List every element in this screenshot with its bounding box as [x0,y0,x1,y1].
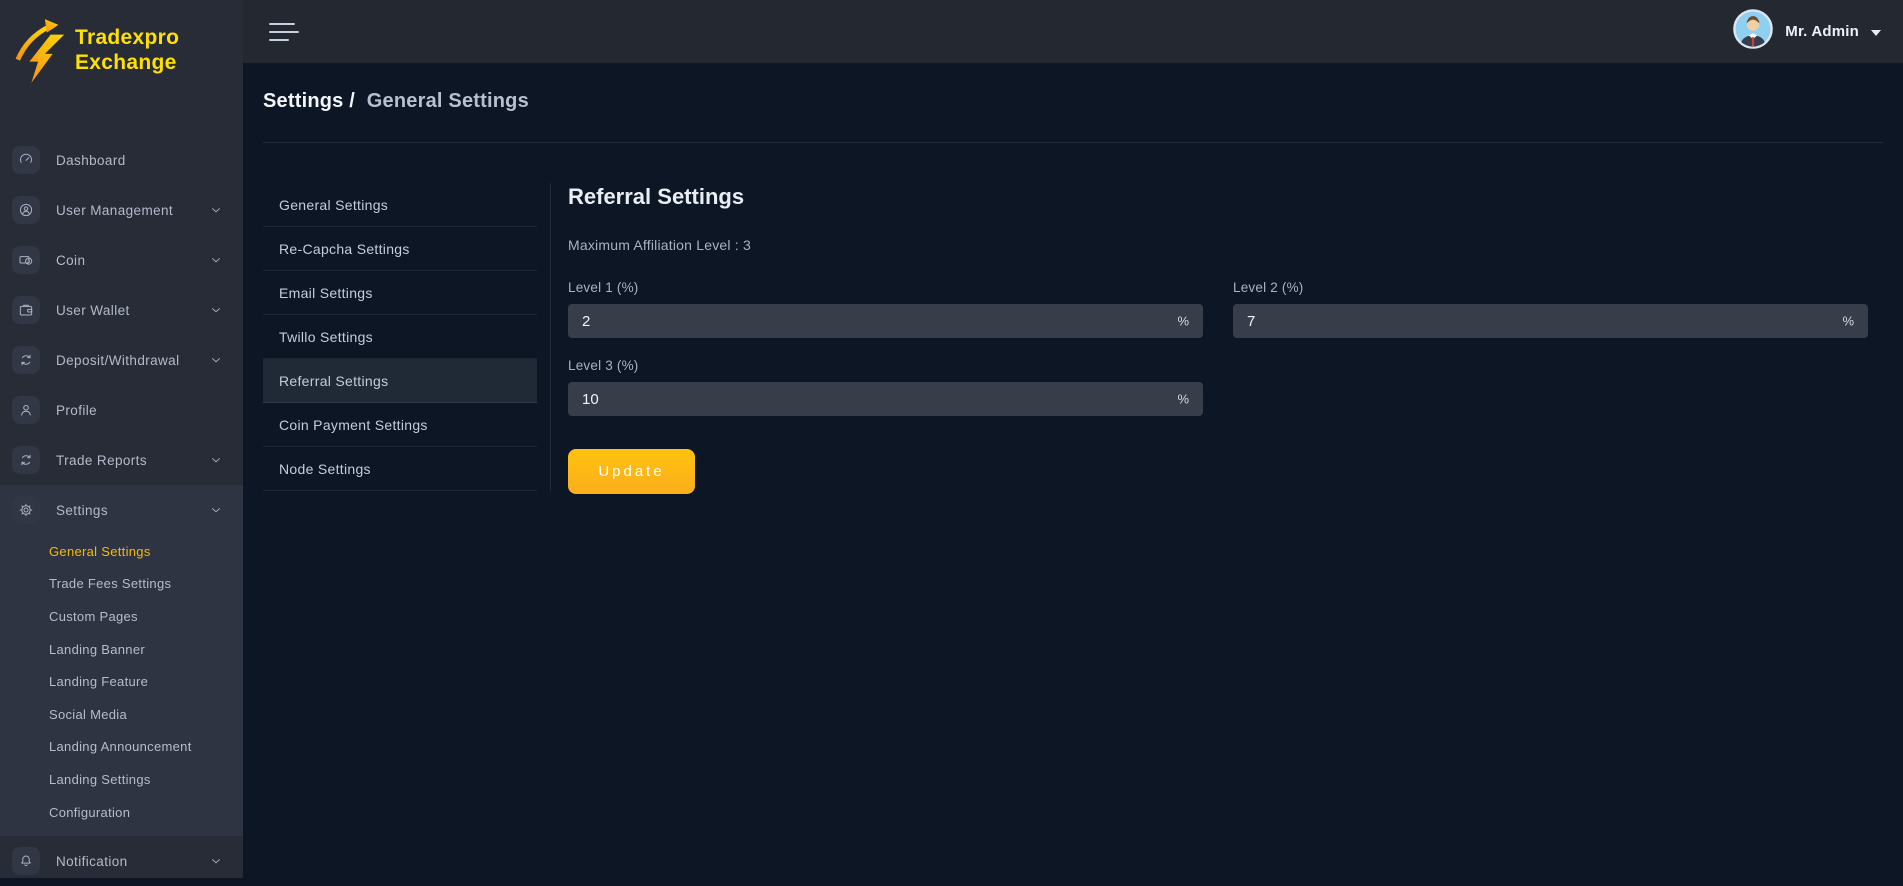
user-menu[interactable]: Mr. Admin [1733,9,1881,54]
sidebar-item-dashboard[interactable]: Dashboard [0,135,243,185]
brand-name: Tradexpro Exchange [75,25,179,75]
level-3-label: Level 3 (%) [568,358,1203,373]
level-3-field: Level 3 (%) % [568,358,1203,416]
sidebar-item-label: Trade Reports [56,453,147,468]
level-2-input[interactable] [1233,304,1868,338]
sidebar-item-label: Dashboard [56,153,126,168]
sidebar-item-label: User Wallet [56,303,130,318]
coin-icon: $ [12,246,40,274]
sidebar-settings-group: Settings General Settings Trade Fees Set… [0,485,243,836]
sidebar-subitem-social-media[interactable]: Social Media [0,698,243,731]
chevron-down-icon [209,303,223,317]
main-content: Settings / General Settings General Sett… [243,63,1903,878]
settings-nav-item-referral-settings[interactable]: Referral Settings [263,359,537,403]
update-button[interactable]: Update [568,449,695,494]
settings-nav-item-node-settings[interactable]: Node Settings [263,447,537,491]
percent-suffix: % [1177,314,1189,329]
sidebar: Tradexpro Exchange Dashboard User Manage… [0,0,243,878]
settings-nav-item-email-settings[interactable]: Email Settings [263,271,537,315]
sidebar-item-deposit-withdrawal[interactable]: Deposit/Withdrawal [0,335,243,385]
caret-down-icon [1871,23,1881,41]
settings-nav: General Settings Re-Capcha Settings Emai… [263,183,551,491]
swap-arrows-icon [12,446,40,474]
percent-suffix: % [1842,314,1854,329]
chevron-down-icon [209,503,223,517]
sidebar-item-profile[interactable]: Profile [0,385,243,435]
chevron-down-icon [209,854,223,868]
sidebar-subitem-trade-fees-settings[interactable]: Trade Fees Settings [0,568,243,601]
settings-nav-item-re-capcha-settings[interactable]: Re-Capcha Settings [263,227,537,271]
sidebar-item-settings[interactable]: Settings [0,485,243,535]
settings-nav-item-general-settings[interactable]: General Settings [263,183,537,227]
sidebar-item-trade-reports[interactable]: Trade Reports [0,435,243,485]
level-2-label: Level 2 (%) [1233,280,1868,295]
sidebar-subitem-landing-settings[interactable]: Landing Settings [0,763,243,796]
sidebar-item-label: Settings [56,503,108,518]
level-1-input[interactable] [568,304,1203,338]
user-circle-icon [12,196,40,224]
level-1-field: Level 1 (%) % [568,280,1203,338]
chevron-down-icon [209,453,223,467]
settings-nav-item-coin-payment-settings[interactable]: Coin Payment Settings [263,403,537,447]
gauge-icon [12,146,40,174]
max-affiliation-text: Maximum Affiliation Level : 3 [568,237,1868,253]
wallet-icon [12,296,40,324]
sidebar-subitem-landing-banner[interactable]: Landing Banner [0,633,243,666]
level-1-label: Level 1 (%) [568,280,1203,295]
avatar [1733,9,1773,54]
sidebar-item-label: Coin [56,253,85,268]
settings-nav-item-twillo-settings[interactable]: Twillo Settings [263,315,537,359]
sidebar-item-label: Notification [56,854,128,869]
chevron-down-icon [209,203,223,217]
brand-logo[interactable]: Tradexpro Exchange [0,0,243,135]
sidebar-item-label: User Management [56,203,173,218]
sidebar-subitem-custom-pages[interactable]: Custom Pages [0,600,243,633]
referral-settings-form: Referral Settings Maximum Affiliation Le… [568,183,1883,494]
settings-submenu: General Settings Trade Fees Settings Cus… [0,535,243,836]
user-name: Mr. Admin [1785,23,1859,40]
settings-panel: General Settings Re-Capcha Settings Emai… [263,183,1883,494]
brand-arrow-icon [12,16,70,93]
sidebar-subitem-configuration[interactable]: Configuration [0,796,243,829]
page-title: Referral Settings [568,184,1868,210]
divider [263,142,1883,143]
chevron-down-icon [209,253,223,267]
sidebar-item-notification[interactable]: Notification [0,836,243,886]
sidebar-item-user-wallet[interactable]: User Wallet [0,285,243,335]
level-2-field: Level 2 (%) % [1233,280,1868,338]
top-bar: Mr. Admin [243,0,1903,63]
gear-icon [12,496,40,524]
sidebar-item-label: Profile [56,403,97,418]
menu-icon[interactable] [269,17,299,47]
sidebar-item-user-management[interactable]: User Management [0,185,243,235]
percent-suffix: % [1177,392,1189,407]
sidebar-subitem-landing-feature[interactable]: Landing Feature [0,665,243,698]
chevron-down-icon [209,353,223,367]
level-3-input[interactable] [568,382,1203,416]
sidebar-item-coin[interactable]: $ Coin [0,235,243,285]
breadcrumb-section: Settings / [263,90,355,112]
sidebar-item-label: Deposit/Withdrawal [56,353,180,368]
swap-arrows-icon [12,346,40,374]
bell-icon [12,847,40,875]
person-icon [12,396,40,424]
sidebar-subitem-landing-announcement[interactable]: Landing Announcement [0,731,243,764]
breadcrumb-page: General Settings [367,90,529,112]
sidebar-subitem-general-settings[interactable]: General Settings [0,535,243,568]
breadcrumb: Settings / General Settings [263,63,1883,113]
svg-text:$: $ [27,259,30,264]
